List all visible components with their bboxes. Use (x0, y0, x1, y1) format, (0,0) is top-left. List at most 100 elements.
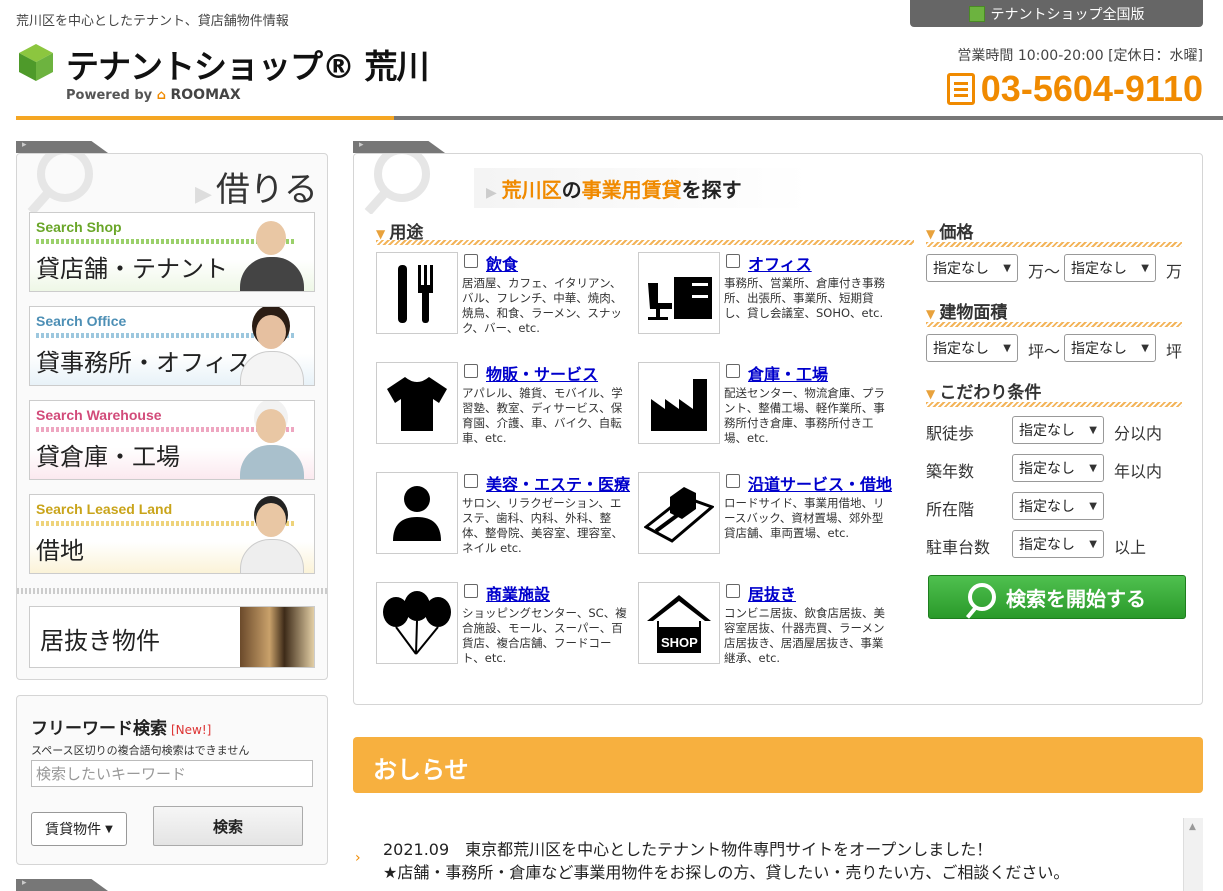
inuki-card[interactable]: 居抜き物件 (29, 606, 315, 668)
national-link-label: テナントショップ全国版 (990, 6, 1145, 23)
area-min-select[interactable]: 指定なし ▼ (926, 334, 1018, 362)
price-unit-end: 万 (1166, 262, 1183, 281)
roomax-logo-icon: ⌂ (156, 88, 166, 103)
select-value: 指定なし (933, 341, 989, 357)
site-logo[interactable]: テナントショップ® 荒川 Powered by ⌂ ROOMAX (16, 40, 429, 106)
floor-select[interactable]: 指定なし ▼ (1012, 492, 1104, 520)
news-scrollbar[interactable] (1183, 818, 1203, 891)
condition-suffix: 分以内 (1114, 424, 1163, 443)
use-link[interactable]: 美容・エステ・医療 (486, 471, 630, 495)
condition-label: 駐車台数 (926, 538, 991, 557)
photo-body (240, 257, 304, 291)
price-max-select[interactable]: 指定なし ▼ (1064, 254, 1156, 282)
use-checkbox[interactable] (464, 584, 478, 598)
use-link[interactable]: 居抜き (748, 581, 796, 605)
chevron-down-icon: ▼ (1089, 462, 1097, 474)
title-area: 荒川区 (501, 178, 562, 202)
svg-text:SHOP: SHOP (661, 635, 698, 650)
use-checkbox[interactable] (726, 254, 740, 268)
use-description: ショッピングセンター、SC、複合施設、モール、スーパー、百貨店、複合店舗、フード… (462, 606, 627, 665)
use-checkbox[interactable] (464, 254, 478, 268)
rent-title-text: 借りる (215, 170, 318, 210)
rent-card-shop[interactable]: Search Shop 貸店舗・テナント (29, 212, 315, 292)
use-item-food[interactable]: 飲食 居酒屋、カフェ、イタリアン、バル、フレンチ、中華、焼肉、焼鳥、和食、ラーメ… (376, 252, 631, 336)
rent-card-jp: 貸店舗・テナント (36, 255, 228, 283)
select-value: 指定なし (1019, 499, 1075, 515)
use-link[interactable]: 倉庫・工場 (748, 361, 828, 385)
national-site-link[interactable]: テナントショップ全国版 (910, 0, 1203, 27)
chevron-down-icon: ▼ (1089, 538, 1097, 550)
panel-tab-decoration (353, 141, 445, 153)
rent-card-office[interactable]: Search Office 貸事務所・オフィス (29, 306, 315, 386)
building-age-select[interactable]: 指定なし ▼ (1012, 454, 1104, 482)
title-suffix: を探す (681, 178, 742, 202)
worker-photo-icon (224, 401, 314, 479)
panel-tab-decoration (16, 141, 108, 153)
chevron-down-icon: ▼ (105, 823, 113, 835)
site-tagline: 荒川区を中心としたテナント、貸店舗物件情報 (16, 14, 289, 29)
phone-number[interactable]: 03-5604-9110 (946, 68, 1203, 110)
rent-panel-title: ▶ 借りる (195, 162, 318, 211)
use-description: 居酒屋、カフェ、イタリアン、バル、フレンチ、中華、焼肉、焼鳥、和食、ラーメン、ス… (462, 276, 623, 335)
use-item-commercial[interactable]: 商業施設 ショッピングセンター、SC、複合施設、モール、スーパー、百貨店、複合店… (376, 582, 631, 666)
phone-number-text: 03-5604-9110 (980, 68, 1203, 109)
use-item-office[interactable]: オフィス 事務所、営業所、倉庫付き事務所、出張所、事業所、短期貸し、貸し会議室、… (638, 252, 893, 336)
use-description: アパレル、雑貨、モバイル、学習塾、教室、ディサービス、保育園、介護、車、バイク、… (462, 386, 623, 445)
use-link[interactable]: オフィス (748, 251, 812, 275)
shop-house-icon: SHOP (638, 582, 720, 664)
use-link[interactable]: 飲食 (486, 251, 518, 275)
freeword-note: スペース区切りの複合語句検索はできません (31, 744, 250, 757)
condition-label: 所在階 (926, 500, 975, 519)
magnifier-watermark-icon (364, 154, 430, 214)
news-item-line: 2021.09 東京都荒川区を中心としたテナント物件専門サイトをオープンしました… (383, 840, 993, 859)
use-checkbox[interactable] (726, 584, 740, 598)
start-search-button[interactable]: 検索を開始する (928, 575, 1186, 619)
rent-card-en: Search Office (36, 313, 127, 329)
roomax-brand: ROOMAX (170, 87, 241, 103)
use-item-beauty[interactable]: 美容・エステ・医療 サロン、リラクゼーション、エステ、歯科、内科、外科、整体、整… (376, 472, 631, 556)
parking-select[interactable]: 指定なし ▼ (1012, 530, 1104, 558)
use-checkbox[interactable] (726, 474, 740, 488)
area-max-select[interactable]: 指定なし ▼ (1064, 334, 1156, 362)
rent-card-warehouse[interactable]: Search Warehouse 貸倉庫・工場 (29, 400, 315, 480)
use-item-retail[interactable]: 物販・サービス アパレル、雑貨、モバイル、学習塾、教室、ディサービス、保育園、介… (376, 362, 631, 446)
use-checkbox[interactable] (726, 364, 740, 378)
station-walk-select[interactable]: 指定なし ▼ (1012, 416, 1104, 444)
fork-knife-icon (376, 252, 458, 334)
condition-suffix: 以上 (1114, 538, 1147, 557)
select-value: 指定なし (1071, 261, 1127, 277)
use-link[interactable]: 沿道サービス・借地 (748, 471, 892, 495)
cube-icon (968, 5, 985, 22)
person-icon (376, 472, 458, 554)
news-title: おしらせ (373, 756, 469, 784)
title-particle: の (561, 178, 582, 202)
rent-card-land[interactable]: Search Leased Land 借地 (29, 494, 315, 574)
news-header: おしらせ (353, 737, 1203, 793)
photo-body (240, 351, 304, 385)
logo-text: テナントショップ® 荒川 (66, 47, 429, 86)
use-item-inuki[interactable]: SHOP 居抜き コンビニ居抜、飲食店居抜、美容室居抜、什器売買、ラーメン店居抜… (638, 582, 893, 666)
freeword-search-button[interactable]: 検索 (153, 806, 303, 846)
use-item-roadside[interactable]: 沿道サービス・借地 ロードサイド、事業用借地、リースバック、資材置場、郊外型貸店… (638, 472, 893, 556)
use-link[interactable]: 商業施設 (486, 581, 550, 605)
rent-card-jp: 借地 (36, 537, 84, 565)
freeword-input[interactable] (31, 760, 313, 787)
title-category: 事業用賃貸 (581, 178, 682, 202)
property-type-select[interactable]: 賃貸物件 ▼ (31, 812, 127, 846)
use-checkbox[interactable] (464, 474, 478, 488)
panel-tab-decoration (16, 879, 108, 891)
factory-icon (638, 362, 720, 444)
news-list: › 2021.09 東京都荒川区を中心としたテナント物件専門サイトをオープンしま… (353, 818, 1203, 891)
logo-cube-icon (19, 44, 53, 81)
condition-label: 駅徒歩 (926, 424, 975, 443)
price-min-select[interactable]: 指定なし ▼ (926, 254, 1018, 282)
condition-label: 築年数 (926, 462, 975, 481)
inuki-label: 居抜き物件 (40, 627, 160, 655)
use-link[interactable]: 物販・サービス (486, 361, 598, 385)
rent-divider (17, 588, 327, 594)
use-checkbox[interactable] (464, 364, 478, 378)
area-unit-mid: 坪〜 (1028, 342, 1061, 361)
rent-card-en: Search Shop (36, 219, 122, 235)
use-item-warehouse[interactable]: 倉庫・工場 配送センター、物流倉庫、プラント、整備工場、軽作業所、事務所付き倉庫… (638, 362, 893, 446)
shop-interior-photo-icon (240, 607, 314, 667)
